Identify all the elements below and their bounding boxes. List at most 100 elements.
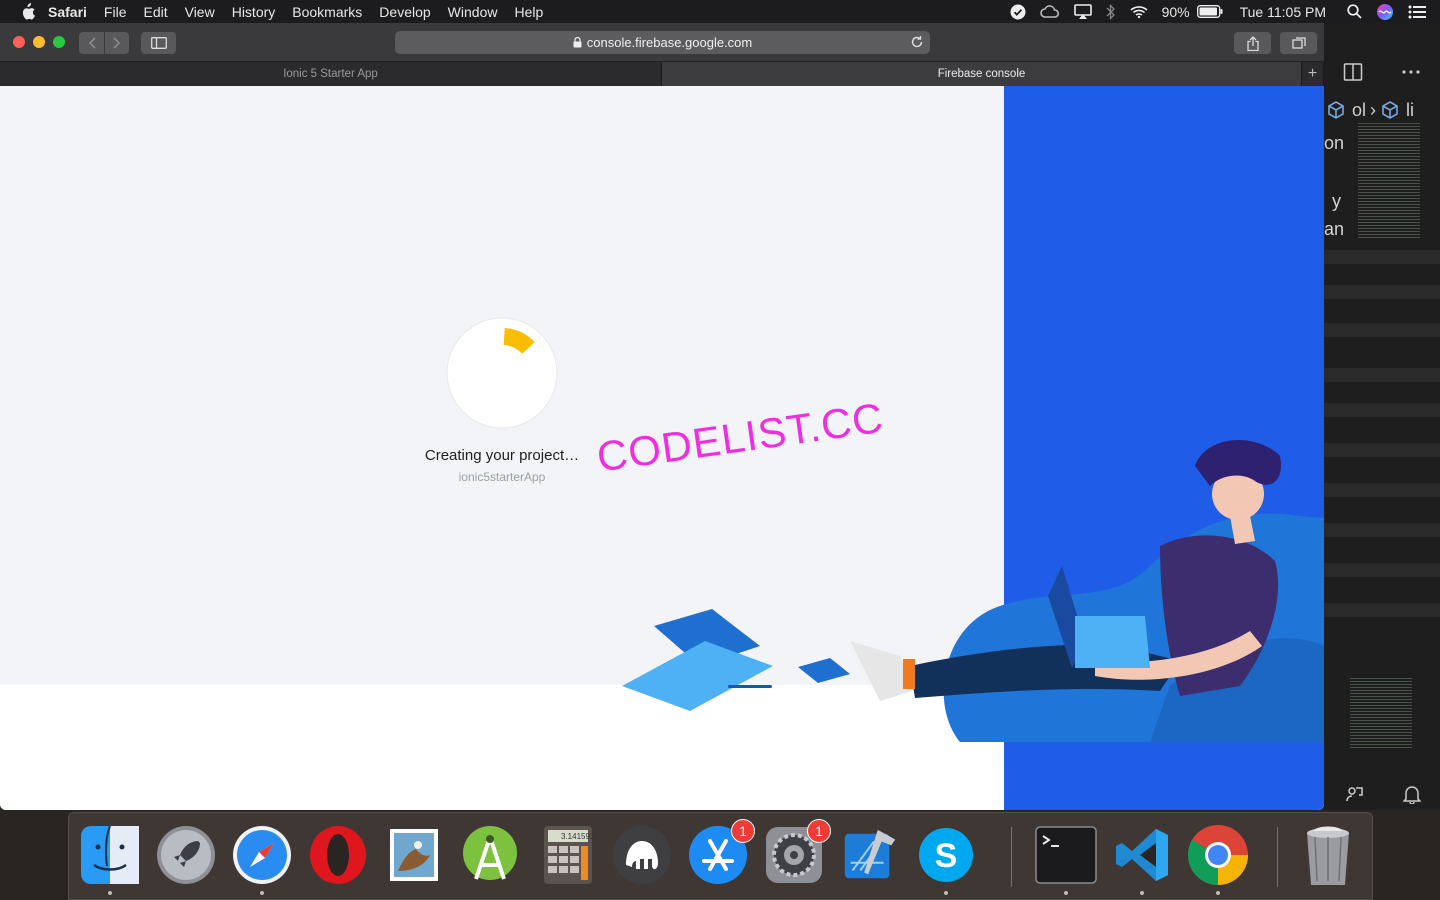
dock-opera[interactable]	[307, 823, 369, 887]
menu-bar: Safari File Edit View History Bookmarks …	[0, 0, 1440, 23]
battery-percent[interactable]: 90%	[1162, 4, 1190, 20]
breadcrumb-li[interactable]: li	[1406, 100, 1414, 121]
bluetooth-icon[interactable]	[1106, 3, 1116, 20]
editor-line-highlight	[1324, 250, 1440, 264]
dock-chrome[interactable]	[1187, 823, 1249, 895]
editor-breadcrumb[interactable]: ol › li	[1324, 97, 1440, 123]
sidebar-icon	[150, 37, 167, 49]
menu-edit[interactable]: Edit	[143, 4, 167, 20]
dock-app-store[interactable]: 1	[687, 819, 755, 887]
dock-system-preferences[interactable]: 1	[763, 819, 831, 887]
editor-minimap[interactable]	[1350, 678, 1412, 748]
tab-firebase-console[interactable]: Firebase console	[662, 62, 1302, 86]
notification-center-icon[interactable]	[1408, 5, 1426, 19]
sidebar-toggle-button[interactable]	[141, 32, 176, 54]
paper-shape	[622, 641, 773, 711]
running-indicator	[1216, 891, 1220, 895]
running-indicator	[944, 891, 948, 895]
airplay-icon[interactable]	[1073, 3, 1092, 20]
background-code-editor: ol › li on y an	[1324, 23, 1440, 810]
editor-line-highlight	[1324, 483, 1440, 497]
siri-icon[interactable]	[1376, 3, 1394, 21]
creative-cloud-icon[interactable]	[1039, 4, 1060, 19]
running-indicator	[108, 891, 112, 895]
editor-line-highlight	[1324, 443, 1440, 457]
progress-spinner	[446, 317, 558, 429]
checkmark-status-icon[interactable]	[1010, 4, 1026, 20]
svg-text:S: S	[935, 837, 958, 875]
menu-view[interactable]: View	[185, 4, 215, 20]
editor-line-highlight	[1324, 323, 1440, 337]
breadcrumb-ol[interactable]: ol	[1352, 100, 1366, 121]
wifi-icon[interactable]	[1130, 5, 1148, 19]
cube-icon	[1328, 101, 1344, 119]
lock-icon	[573, 37, 582, 48]
minimize-window-button[interactable]	[33, 36, 45, 48]
running-indicator	[260, 891, 264, 895]
editor-code-fragment: an	[1324, 219, 1345, 239]
reload-icon[interactable]	[910, 35, 924, 49]
feedback-icon[interactable]	[1344, 784, 1364, 804]
new-tab-button[interactable]: +	[1302, 62, 1324, 86]
more-actions-icon[interactable]	[1401, 69, 1421, 75]
skype-icon: S	[919, 828, 973, 882]
notification-badge: 1	[731, 819, 755, 843]
dock-mail[interactable]	[383, 823, 445, 887]
dock-finder[interactable]	[79, 823, 141, 895]
forward-button[interactable]	[105, 32, 129, 54]
elephant-icon	[613, 826, 671, 884]
xcode-hammer-icon	[844, 829, 896, 879]
share-button[interactable]	[1234, 32, 1271, 54]
illustration-person-with-laptop	[622, 439, 1324, 742]
address-url: console.firebase.google.com	[586, 35, 753, 50]
safari-compass-icon	[233, 826, 291, 884]
battery-icon[interactable]	[1196, 5, 1223, 18]
dock-calculator[interactable]: 3.141593	[535, 823, 597, 887]
chrome-icon	[1187, 825, 1248, 885]
address-bar[interactable]: console.firebase.google.com	[395, 31, 930, 54]
dock-skype[interactable]: S	[915, 823, 977, 895]
editor-minimap[interactable]	[1358, 123, 1420, 238]
dock-tableplus[interactable]	[611, 823, 673, 887]
dock-android-studio[interactable]	[459, 823, 521, 887]
editor-line-highlight	[1324, 563, 1440, 577]
menu-clock[interactable]: Tue 11:05 PM	[1240, 4, 1326, 20]
apple-icon[interactable]	[18, 2, 36, 21]
browser-toolbar: console.firebase.google.com	[0, 23, 1324, 62]
tab-overview-button[interactable]	[1280, 32, 1317, 54]
editor-line-highlight	[1324, 368, 1440, 382]
safari-window: console.firebase.google.com Ionic 5 Star…	[0, 23, 1324, 810]
dock-terminal[interactable]	[1035, 823, 1097, 895]
split-editor-icon[interactable]	[1343, 62, 1363, 82]
menu-file[interactable]: File	[104, 4, 127, 20]
menu-app-safari[interactable]: Safari	[48, 4, 87, 20]
spotlight-search-icon[interactable]	[1347, 4, 1362, 19]
editor-status-bar	[1324, 778, 1440, 810]
running-indicator	[1140, 891, 1144, 895]
firebase-page: Creating your project… ionic5starterApp …	[0, 86, 1324, 810]
menu-bookmarks[interactable]: Bookmarks	[292, 4, 362, 20]
dock-xcode[interactable]	[839, 823, 901, 887]
running-indicator	[1064, 891, 1068, 895]
share-icon	[1246, 35, 1259, 51]
bell-icon[interactable]	[1402, 784, 1421, 804]
dock: 3.141593 1 1 S	[68, 812, 1373, 900]
person-shoe	[850, 641, 912, 701]
close-window-button[interactable]	[13, 36, 25, 48]
dock-vscode[interactable]	[1111, 823, 1173, 895]
zoom-window-button[interactable]	[53, 36, 65, 48]
terminal-icon	[1035, 826, 1097, 884]
dock-safari[interactable]	[231, 823, 293, 895]
back-button[interactable]	[79, 32, 104, 54]
menu-help[interactable]: Help	[514, 4, 543, 20]
dock-launchpad[interactable]	[155, 823, 217, 887]
launchpad-rocket-icon	[157, 826, 215, 884]
editor-header	[1324, 57, 1440, 87]
finder-icon	[81, 825, 139, 884]
tab-ionic-starter[interactable]: Ionic 5 Starter App	[0, 62, 662, 86]
menu-window[interactable]: Window	[448, 4, 498, 20]
menu-develop[interactable]: Develop	[379, 4, 430, 20]
paper-shape	[798, 658, 850, 683]
menu-history[interactable]: History	[232, 4, 276, 20]
dock-trash[interactable]	[1297, 823, 1359, 887]
